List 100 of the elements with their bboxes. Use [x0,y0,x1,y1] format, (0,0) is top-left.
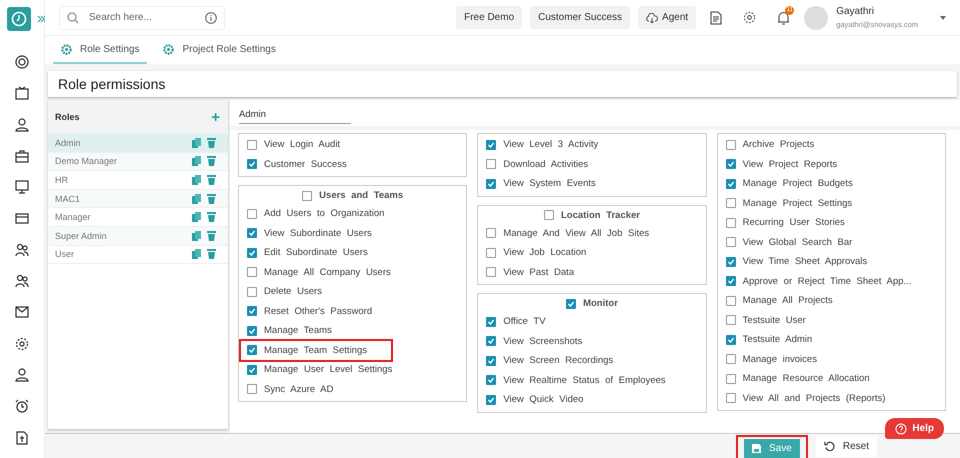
app-logo[interactable] [7,7,31,31]
checkbox[interactable] [247,208,257,219]
tab[interactable]: Project Role Settings [155,36,284,64]
role-item[interactable]: User [48,246,228,264]
permission-label: Delete Users [264,286,322,298]
checkbox[interactable] [726,334,736,345]
reset-button[interactable]: Reset [816,436,877,456]
header-button[interactable]: Customer Success [530,6,630,29]
tab[interactable]: Role Settings [53,36,148,64]
checkbox[interactable] [486,394,496,405]
trash-icon[interactable] [207,249,216,260]
caret-icon[interactable] [940,16,946,20]
role-name-field[interactable]: Admin [239,109,351,124]
help-button[interactable]: Help [885,418,944,439]
trash-icon[interactable] [207,212,216,222]
search-field[interactable]: Search here... [59,6,225,30]
permission-label: Edit Subordinate Users [264,247,368,258]
checkbox[interactable] [302,190,312,200]
checkbox[interactable] [486,228,496,238]
permission-label: Office TV [503,316,546,328]
checkbox[interactable] [247,326,257,336]
trash-icon[interactable] [207,194,216,204]
checkbox[interactable] [726,296,736,306]
checkbox[interactable] [247,384,257,394]
users-icon[interactable] [15,242,29,257]
permission-label: Manage User Level Settings [264,364,392,376]
save-button[interactable]: Save [744,439,800,458]
copy-icon[interactable] [192,194,201,204]
alarm-icon[interactable] [15,399,29,414]
header-button[interactable]: Free Demo [456,6,522,29]
trash-icon[interactable] [207,174,216,185]
role-item[interactable]: Super Admin [48,226,228,246]
header-button[interactable]: Agent [638,6,696,29]
checkbox[interactable] [247,228,257,238]
mail-icon[interactable] [15,305,29,320]
document-icon[interactable] [710,10,722,24]
gear-icon [61,44,72,54]
copy-icon[interactable] [192,230,201,241]
checkbox[interactable] [726,354,736,364]
team-icon[interactable] [15,274,29,288]
checkbox[interactable] [544,210,554,220]
card-icon[interactable] [15,211,29,226]
help-icon [895,422,908,434]
checkbox[interactable] [486,316,496,327]
checkbox[interactable] [726,256,736,267]
checkbox[interactable] [486,267,496,278]
permission-label: View Screen Recordings [503,355,614,366]
copy-icon[interactable] [192,156,201,166]
checkbox[interactable] [726,218,736,228]
monitor-icon[interactable] [15,180,29,194]
checkbox[interactable] [247,345,257,356]
checkbox[interactable] [726,276,736,286]
add-role-button[interactable]: + [211,108,220,126]
checkbox[interactable] [247,267,257,278]
checkbox[interactable] [566,298,576,308]
permission-label: Customer Success [264,158,347,170]
checkbox[interactable] [486,375,496,386]
bell-icon[interactable] [777,10,790,24]
role-item[interactable]: Demo Manager [48,152,228,172]
trash-icon[interactable] [207,230,216,241]
checkbox[interactable] [726,393,736,404]
checkbox[interactable] [486,248,496,258]
checkbox[interactable] [726,159,736,170]
permission-label: Manage Resource Allocation [742,373,870,384]
user-icon[interactable] [15,118,29,132]
checkbox[interactable] [486,159,496,170]
checkbox[interactable] [726,178,736,189]
checkbox[interactable] [247,140,257,150]
expand-icon[interactable] [37,15,47,23]
checkbox[interactable] [247,306,257,316]
role-item[interactable]: Admin [48,134,228,153]
checkbox[interactable] [726,374,736,384]
checkbox[interactable] [486,140,496,150]
trash-icon[interactable] [207,138,216,148]
checkbox[interactable] [726,237,736,248]
copy-icon[interactable] [192,212,201,222]
checkbox[interactable] [726,198,736,208]
checkbox[interactable] [247,248,257,258]
checkbox[interactable] [726,140,736,150]
briefcase-icon[interactable] [15,148,29,163]
permission-label: Sync Azure AD [264,384,334,395]
role-item[interactable]: MAC1 [48,190,228,208]
target-icon[interactable] [15,55,29,69]
copy-icon[interactable] [192,138,201,148]
group-title: Monitor [583,298,618,309]
settings-icon[interactable] [743,11,756,24]
tv-icon[interactable] [15,86,29,100]
checkbox[interactable] [486,178,496,189]
checkbox[interactable] [726,315,736,326]
checkbox[interactable] [486,356,496,366]
checkbox[interactable] [247,286,257,297]
copy-icon[interactable] [192,249,201,260]
info-icon[interactable] [205,12,217,24]
doc-icon[interactable] [15,430,29,445]
checkbox[interactable] [247,364,257,375]
gear-icon[interactable] [15,336,29,351]
checkbox[interactable] [486,336,496,346]
checkbox[interactable] [247,159,257,170]
copy-icon[interactable] [192,174,201,185]
trash-icon[interactable] [207,156,216,166]
